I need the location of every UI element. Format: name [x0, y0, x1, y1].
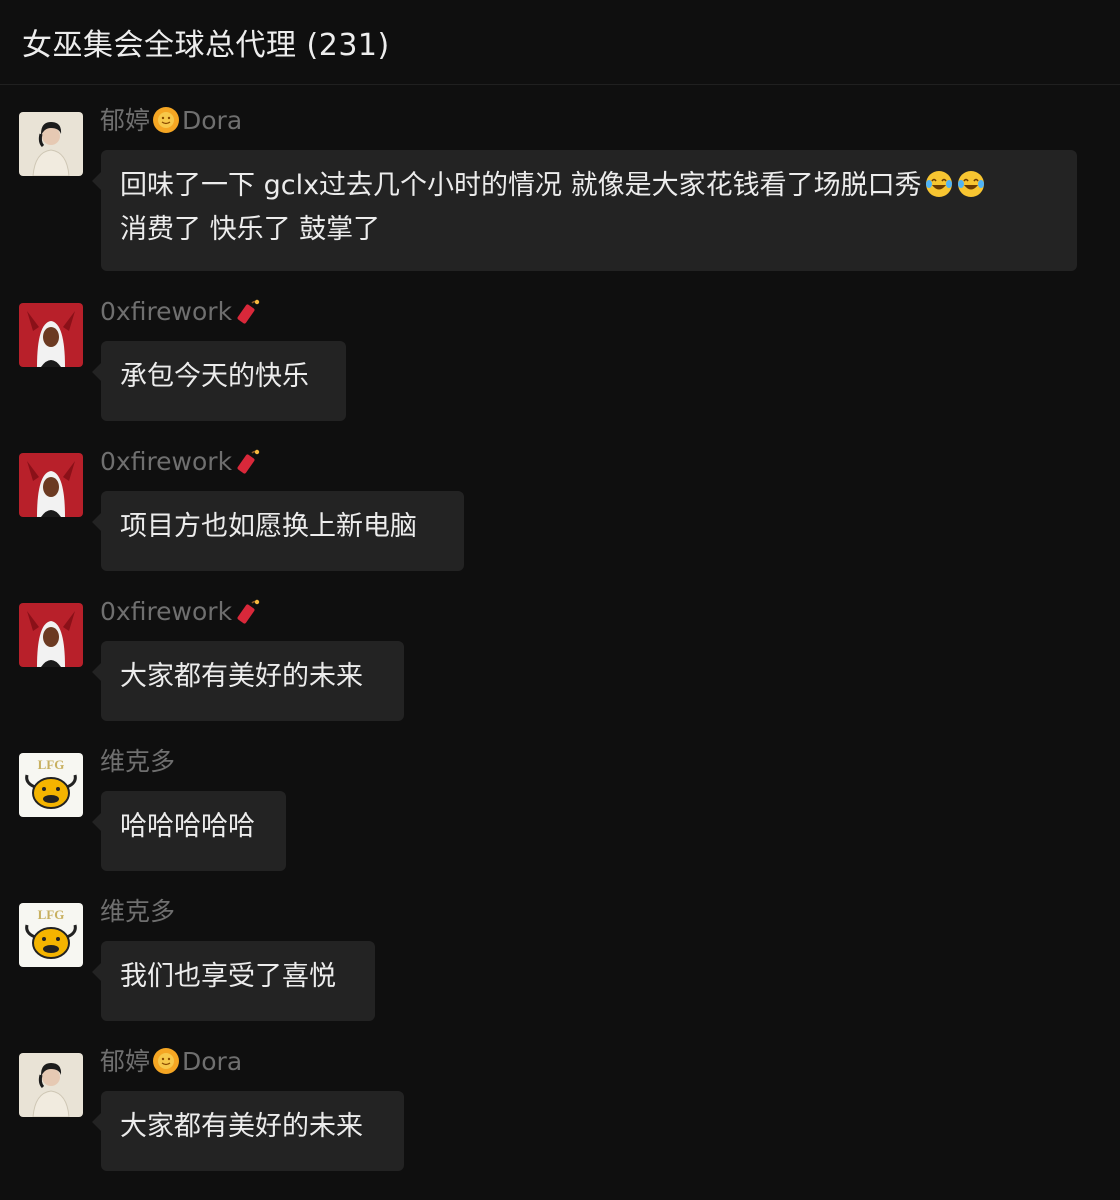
message-line: 消费了 快乐了 鼓掌了	[120, 214, 381, 245]
dora-avatar[interactable]	[19, 1053, 83, 1117]
message-bubble[interactable]: 项目方也如愿换上新电脑	[92, 491, 464, 571]
message-line: 大家都有美好的未来	[120, 661, 363, 692]
sender-name: 郁婷 Dora	[100, 106, 243, 135]
message-bubble[interactable]: 我们也享受了喜悦	[92, 941, 375, 1021]
firecracker-icon	[237, 299, 260, 324]
sun-face-icon	[153, 107, 180, 133]
sender-name: 维克多	[100, 897, 176, 926]
message-bubble[interactable]: 回味了一下 gclx过去几个小时的情况 就像是大家花钱看了场脱口秀 消费了 快乐…	[92, 150, 1077, 271]
message-line: 哈哈哈哈哈	[120, 811, 255, 842]
tears-of-joy-icon	[925, 171, 952, 197]
chat-header: 女巫集会全球总代理 (231)	[0, 0, 1120, 85]
sun-face-icon	[153, 1048, 180, 1074]
sender-name: 0xfirework	[100, 597, 264, 627]
lfg-text: LFG	[38, 757, 65, 772]
message-bubble[interactable]: 承包今天的快乐	[92, 341, 346, 421]
message-bubble[interactable]: 大家都有美好的未来	[92, 1091, 404, 1171]
sender-name: 郁婷 Dora	[100, 1047, 243, 1076]
message-line: 承包今天的快乐	[120, 361, 309, 392]
dora-avatar[interactable]	[19, 112, 83, 176]
lfg-bull-avatar[interactable]: LFG	[19, 903, 83, 967]
firework-avatar[interactable]	[19, 303, 83, 367]
message-line: 我们也享受了喜悦	[120, 961, 336, 992]
message-line: 大家都有美好的未来	[120, 1111, 363, 1142]
chat-window: 女巫集会全球总代理 (231) 郁婷 Dora 回味了一下 gclx过去几个小时的…	[0, 0, 1120, 1200]
sender-name: 0xfirework	[100, 447, 264, 477]
message-line: 回味了一下 gclx过去几个小时的情况 就像是大家花钱看了场脱口秀	[120, 170, 922, 201]
sender-name: 维克多	[100, 747, 176, 776]
message-bubble[interactable]: 哈哈哈哈哈	[92, 791, 286, 871]
firework-avatar[interactable]	[19, 453, 83, 517]
message-bubble[interactable]: 大家都有美好的未来	[92, 641, 404, 721]
sender-name: 0xfirework	[100, 297, 264, 327]
lfg-bull-avatar[interactable]: LFG	[19, 753, 83, 817]
message-line: 项目方也如愿换上新电脑	[120, 511, 417, 542]
firework-avatar[interactable]	[19, 603, 83, 667]
firecracker-icon	[237, 449, 260, 474]
lfg-text: LFG	[38, 907, 65, 922]
firecracker-icon	[237, 599, 260, 624]
group-title[interactable]: 女巫集会全球总代理 (231)	[22, 20, 390, 64]
tears-of-joy-icon	[957, 171, 984, 197]
